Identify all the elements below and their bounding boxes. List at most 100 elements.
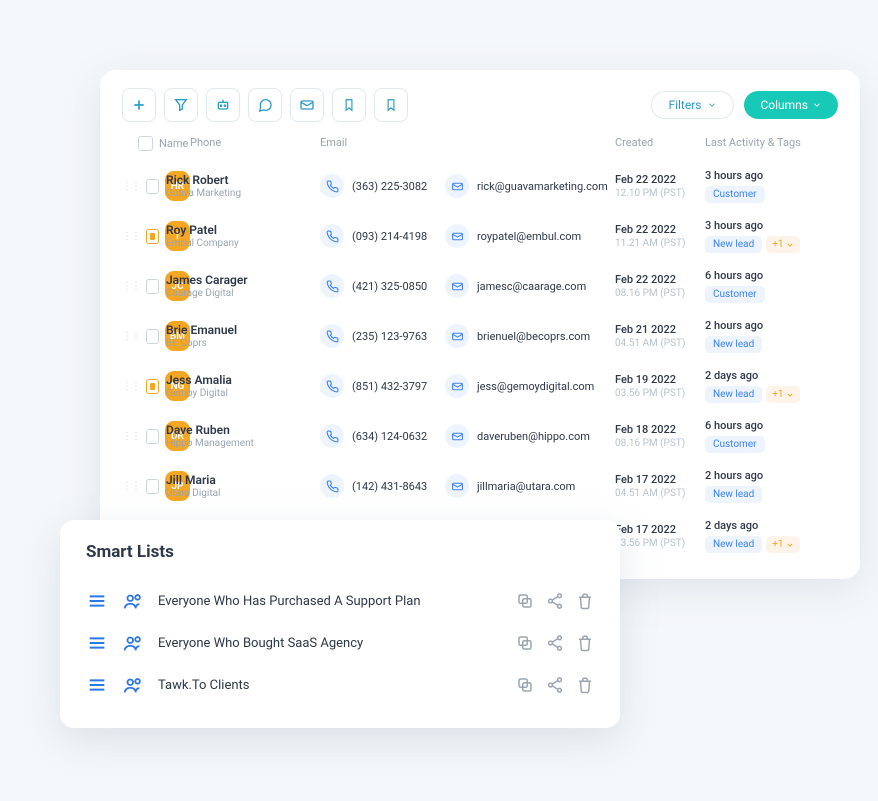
smart-list-item[interactable]: Everyone Who Has Purchased A Support Pla…: [86, 580, 594, 622]
email-text: jess@gemoydigital.com: [477, 380, 594, 393]
columns-dropdown[interactable]: Columns: [744, 91, 838, 119]
mail-icon[interactable]: [445, 174, 469, 198]
table-row[interactable]: ⋮⋮ DR Dave Ruben Hippo Management (634) …: [122, 411, 838, 461]
drag-handle-icon[interactable]: ⋮⋮: [122, 481, 140, 492]
drag-handle-icon[interactable]: ⋮⋮: [122, 381, 140, 392]
email-cell: jamesc@caarage.com: [445, 274, 615, 298]
mail-icon[interactable]: [445, 424, 469, 448]
created-time: 03.56 PM (PST): [615, 388, 705, 399]
row-checkbox[interactable]: [146, 429, 159, 444]
tag[interactable]: New lead: [705, 336, 762, 353]
row-checkbox[interactable]: [146, 229, 159, 244]
created-time: 08.16 PM (PST): [615, 288, 705, 299]
created-cell: Feb 17 2022 04.51 AM (PST): [615, 473, 705, 499]
copy-icon[interactable]: [516, 634, 534, 652]
trash-icon[interactable]: [576, 634, 594, 652]
activity-text: 6 hours ago: [705, 419, 835, 432]
tag[interactable]: New lead: [705, 236, 762, 253]
smart-list-item[interactable]: Everyone Who Bought SaaS Agency: [86, 622, 594, 664]
contact-name: Rick Robert: [166, 173, 241, 187]
drag-handle-icon[interactable]: ⋮⋮: [122, 431, 140, 442]
tag[interactable]: Customer: [705, 436, 765, 453]
robot-icon: [215, 97, 231, 113]
row-checkbox[interactable]: [146, 179, 159, 194]
phone-icon[interactable]: [320, 374, 344, 398]
activity-cell: 6 hours ago Customer: [705, 269, 835, 303]
contact-company: Gemoy Digital: [166, 388, 232, 399]
select-all-checkbox[interactable]: [138, 136, 153, 151]
phone-icon[interactable]: [320, 224, 344, 248]
tag[interactable]: New lead: [705, 386, 762, 403]
chat-button[interactable]: [248, 88, 282, 122]
copy-icon[interactable]: [516, 592, 534, 610]
tag[interactable]: Customer: [705, 186, 765, 203]
bot-button[interactable]: [206, 88, 240, 122]
share-icon[interactable]: [546, 634, 564, 652]
contact-name: Dave Ruben: [166, 423, 254, 437]
tag-more[interactable]: +1: [766, 536, 799, 553]
tag-button-1[interactable]: [332, 88, 366, 122]
tag-more[interactable]: +1: [766, 386, 799, 403]
filters-dropdown[interactable]: Filters: [651, 91, 734, 119]
tag-more[interactable]: +1: [766, 236, 799, 253]
email-cell: jillmaria@utara.com: [445, 474, 615, 498]
contact-company: Caarage Digital: [166, 288, 248, 299]
mail-button[interactable]: [290, 88, 324, 122]
table-row[interactable]: ⋮⋮ JP Jill Maria Utara Digital (142) 431…: [122, 461, 838, 511]
row-checkbox[interactable]: [146, 329, 159, 344]
email-text: jillmaria@utara.com: [477, 480, 575, 493]
smart-list-item[interactable]: Tawk.To Clients: [86, 664, 594, 706]
bookmark-icon: [384, 97, 398, 113]
row-checkbox[interactable]: [146, 279, 159, 294]
mail-icon[interactable]: [445, 324, 469, 348]
phone-icon[interactable]: [320, 274, 344, 298]
share-icon[interactable]: [546, 676, 564, 694]
filter-button[interactable]: [164, 88, 198, 122]
table-row[interactable]: ⋮⋮ I Roy Patel Embul Company (093) 214-4…: [122, 211, 838, 261]
table-row[interactable]: ⋮⋮ NG Jess Amalia Gemoy Digital (851) 43…: [122, 361, 838, 411]
phone-icon[interactable]: [320, 324, 344, 348]
drag-handle-icon[interactable]: ⋮⋮: [122, 331, 140, 342]
copy-icon[interactable]: [516, 676, 534, 694]
phone-icon[interactable]: [320, 474, 344, 498]
tag-button-2[interactable]: [374, 88, 408, 122]
table-body: ⋮⋮ HR Rick Robert Guava Marketing (363) …: [122, 161, 838, 561]
row-checkbox[interactable]: [146, 379, 159, 394]
table-row[interactable]: ⋮⋮ HR Rick Robert Guava Marketing (363) …: [122, 161, 838, 211]
users-icon: [122, 674, 144, 696]
mail-icon[interactable]: [445, 474, 469, 498]
phone-text: (142) 431-8643: [352, 480, 427, 493]
trash-icon[interactable]: [576, 676, 594, 694]
tag[interactable]: Customer: [705, 286, 765, 303]
tag[interactable]: New lead: [705, 536, 762, 553]
header-activity: Last Activity & Tags: [705, 136, 835, 151]
name-cell: Roy Patel Embul Company: [166, 223, 320, 249]
row-checkbox[interactable]: [146, 479, 159, 494]
phone-icon[interactable]: [320, 174, 344, 198]
add-button[interactable]: [122, 88, 156, 122]
tag[interactable]: New lead: [705, 486, 762, 503]
mail-icon[interactable]: [445, 224, 469, 248]
toolbar: Filters Columns: [122, 88, 838, 122]
email-cell: roypatel@embul.com: [445, 224, 615, 248]
drag-handle-icon[interactable]: ⋮⋮: [122, 281, 140, 292]
mail-icon[interactable]: [445, 274, 469, 298]
trash-icon[interactable]: [576, 592, 594, 610]
phone-icon[interactable]: [320, 424, 344, 448]
menu-icon[interactable]: [86, 674, 108, 696]
activity-text: 2 days ago: [705, 369, 835, 382]
smart-list-label: Everyone Who Bought SaaS Agency: [158, 636, 363, 651]
drag-handle-icon[interactable]: ⋮⋮: [122, 231, 140, 242]
phone-cell: (093) 214-4198: [320, 224, 445, 248]
email-cell: brienuel@becoprs.com: [445, 324, 615, 348]
created-time: 12.10 PM (PST): [615, 188, 705, 199]
mail-icon[interactable]: [445, 374, 469, 398]
drag-handle-icon[interactable]: ⋮⋮: [122, 181, 140, 192]
table-row[interactable]: ⋮⋮ JC James Carager Caarage Digital (421…: [122, 261, 838, 311]
created-date: Feb 18 2022: [615, 423, 705, 436]
menu-icon[interactable]: [86, 590, 108, 612]
phone-text: (235) 123-9763: [352, 330, 427, 343]
share-icon[interactable]: [546, 592, 564, 610]
menu-icon[interactable]: [86, 632, 108, 654]
table-row[interactable]: ⋮⋮ BM Brie Emanuel BE Coprs (235) 123-97…: [122, 311, 838, 361]
